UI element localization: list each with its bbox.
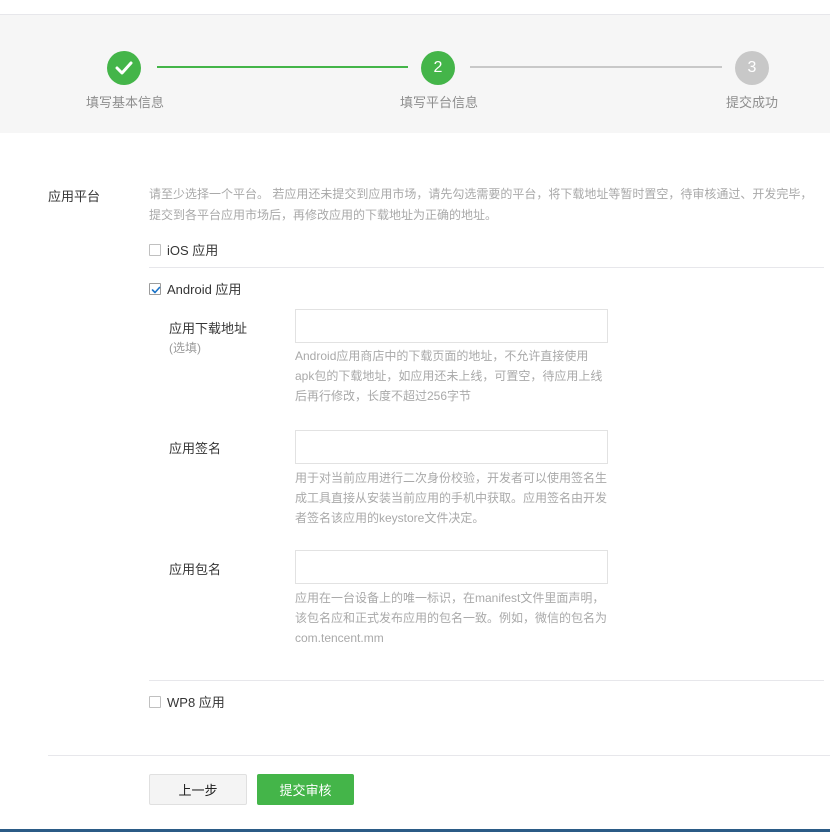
wp8-checkbox-row[interactable]: WP8 应用 <box>149 692 225 711</box>
package-name-hint: 应用在一台设备上的唯一标识，在manifest文件里面声明，该包名应和正式发布应… <box>295 591 608 645</box>
platform-hint: 请至少选择一个平台。 若应用还未提交到应用市场，请先勾选需要的平台，将下载地址等… <box>149 187 813 222</box>
package-name-input[interactable] <box>295 550 608 584</box>
signature-input[interactable] <box>295 430 608 464</box>
step-2-label: 填写平台信息 <box>400 95 479 110</box>
platform-label: 应用平台 <box>48 189 101 204</box>
prev-step-button[interactable]: 上一步 <box>149 774 247 805</box>
android-checkbox[interactable] <box>149 282 161 295</box>
ios-checkbox-label: iOS 应用 <box>167 243 219 258</box>
android-checkbox-row[interactable]: Android 应用 <box>149 279 241 298</box>
divider <box>149 680 824 681</box>
signature-hint: 用于对当前应用进行二次身份校验，开发者可以使用签名生成工具直接从安装当前应用的手… <box>295 471 608 525</box>
android-checkbox-label: Android 应用 <box>167 282 242 297</box>
download-url-hint: Android应用商店中的下载页面的地址，不允许直接使用apk包的下载地址，如应… <box>295 349 603 403</box>
download-url-label: 应用下载地址 <box>169 321 248 336</box>
download-url-optional: (选填) <box>169 341 201 355</box>
step-3-number: 3 <box>735 51 769 85</box>
step-connector-1 <box>157 66 408 68</box>
signature-label: 应用签名 <box>169 441 222 456</box>
step-1-label: 填写基本信息 <box>86 95 165 110</box>
ios-checkbox[interactable] <box>149 243 161 256</box>
package-name-label: 应用包名 <box>169 562 222 577</box>
step-1-check-icon <box>107 51 141 85</box>
divider <box>149 267 824 268</box>
step-connector-2 <box>470 66 722 68</box>
submit-review-button[interactable]: 提交审核 <box>257 774 354 805</box>
wp8-checkbox[interactable] <box>149 695 161 708</box>
download-url-input[interactable] <box>295 309 608 343</box>
step-3-label: 提交成功 <box>726 95 779 110</box>
footer-divider <box>48 755 830 756</box>
step-2-number: 2 <box>421 51 455 85</box>
checkmark-icon <box>115 61 133 75</box>
ios-checkbox-row[interactable]: iOS 应用 <box>149 240 218 259</box>
checkmark-icon <box>151 286 161 293</box>
wp8-checkbox-label: WP8 应用 <box>167 695 225 710</box>
